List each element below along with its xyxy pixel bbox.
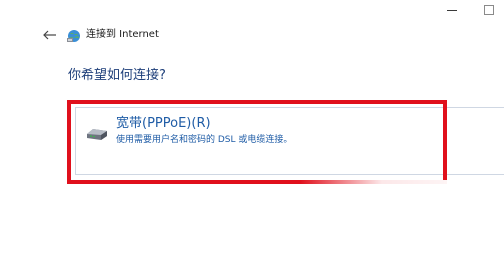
option-description: 使用需要用户名和密码的 DSL 或电缆连接。 (116, 135, 293, 145)
page-heading: 你希望如何连接? (68, 68, 166, 83)
maximize-button[interactable] (482, 0, 504, 20)
network-globe-icon (67, 28, 81, 42)
minimize-button[interactable] (440, 0, 464, 20)
broadband-modem-icon (85, 125, 109, 143)
back-button[interactable] (42, 27, 58, 43)
back-arrow-icon (43, 30, 56, 40)
image-fade-overlay (300, 180, 504, 256)
wizard-title: 连接到 Internet (86, 29, 159, 40)
option-title[interactable]: 宽带(PPPoE)(R) (116, 116, 211, 132)
